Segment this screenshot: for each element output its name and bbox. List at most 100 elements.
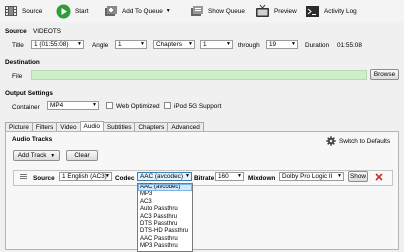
mixdown-select-value: Dolby Pro Logic II — [282, 173, 333, 180]
chevron-down-icon: ▼ — [77, 41, 82, 47]
tab-filters[interactable]: Filters — [31, 122, 58, 131]
mixdown-select[interactable]: Dolby Pro Logic II ▼ — [279, 172, 344, 181]
browse-button[interactable]: Browse — [370, 69, 399, 80]
tab-advanced[interactable]: Advanced — [167, 122, 204, 131]
container-select[interactable]: MP4 ▼ — [47, 101, 99, 110]
destination-heading: Destination — [5, 59, 40, 66]
range-type-value: Chapters — [156, 41, 182, 48]
through-label: through — [238, 42, 260, 49]
codec-option[interactable]: AC3 Passthru — [138, 214, 192, 221]
codec-select-value: AAC (avcodec) — [140, 173, 183, 180]
codec-label: Codec — [115, 175, 135, 182]
settings-tabs: Picture Filters Video Audio Subtitles Ch… — [5, 121, 204, 131]
codec-option[interactable]: AC3 — [138, 199, 192, 206]
add-queue-icon — [105, 6, 117, 16]
activity-log-button[interactable]: Activity Log — [305, 0, 357, 22]
codec-select[interactable]: AAC (avcodec) ▼ — [137, 172, 192, 181]
preview-button[interactable]: Preview — [255, 0, 297, 22]
tab-subtitles[interactable]: Subtitles — [102, 122, 136, 131]
chevron-down-icon: ▼ — [185, 173, 190, 179]
track-source-select[interactable]: 1 English (AC3) ▼ — [59, 172, 112, 181]
chevron-down-icon: ▼ — [92, 102, 97, 108]
tab-video[interactable]: Video — [56, 122, 81, 131]
tab-chapters[interactable]: Chapters — [134, 122, 169, 131]
tab-picture[interactable]: Picture — [5, 122, 33, 131]
audio-tracks-heading: Audio Tracks — [12, 136, 53, 143]
chevron-down-icon: ▼ — [237, 173, 242, 179]
range-start-select[interactable]: 1 ▼ — [200, 40, 233, 49]
add-to-queue-button[interactable]: Add To Queue ▼ — [104, 0, 171, 22]
angle-select-value: 1 — [118, 41, 122, 48]
range-end-value: 19 — [269, 41, 277, 48]
file-path-input[interactable] — [31, 70, 367, 80]
chevron-down-icon: ▼ — [337, 173, 342, 179]
track-source-value: 1 English (AC3) — [62, 173, 107, 180]
chevron-down-icon: ▼ — [188, 41, 193, 47]
preview-label: Preview — [274, 7, 297, 15]
clear-button[interactable]: Clear — [66, 150, 98, 161]
range-start-value: 1 — [203, 41, 207, 48]
codec-option[interactable]: DTS Passthru — [138, 221, 192, 228]
source-heading: Source — [5, 28, 27, 35]
show-advanced-button[interactable]: Show — [348, 171, 368, 182]
source-button[interactable]: Source — [4, 0, 42, 22]
audio-panel — [5, 131, 399, 250]
codec-option[interactable]: AAC Passthru — [138, 236, 192, 243]
chevron-down-icon[interactable]: ▼ — [166, 8, 171, 14]
switch-to-defaults-button[interactable]: Switch to Defaults — [326, 136, 390, 146]
range-type-select[interactable]: Chapters ▼ — [153, 40, 195, 49]
track-source-label: Source — [33, 175, 55, 182]
output-settings-heading: Output Settings — [5, 90, 53, 97]
title-select[interactable]: 1 (01:55:08) ▼ — [31, 40, 84, 49]
container-select-value: MP4 — [50, 102, 64, 109]
gear-icon — [326, 136, 336, 146]
codec-option[interactable]: MP3 Passthru — [138, 243, 192, 250]
add-to-queue-label: Add To Queue — [122, 7, 163, 15]
drag-handle[interactable] — [20, 174, 27, 179]
add-track-button[interactable]: Add Track ▼ — [13, 150, 60, 161]
file-label: File — [12, 73, 23, 80]
range-end-select[interactable]: 19 ▼ — [266, 40, 298, 49]
angle-label: Angle — [92, 42, 109, 49]
play-icon — [56, 4, 71, 18]
start-button-label: Start — [75, 7, 89, 15]
codec-option[interactable]: Auto Passthru — [138, 206, 192, 213]
main-toolbar: Source Start Add To Queue ▼ Show Queue P… — [0, 0, 404, 22]
chevron-down-icon: ▼ — [226, 41, 231, 47]
tv-icon — [256, 4, 269, 17]
chevron-down-icon: ▼ — [140, 41, 145, 47]
duration-label: Duration — [305, 42, 330, 49]
angle-select[interactable]: 1 ▼ — [115, 40, 147, 49]
container-label: Container — [12, 104, 40, 111]
add-track-label: Add Track — [17, 152, 47, 159]
codec-dropdown-list: AAC (avcodec) MP3 AC3 Auto Passthru AC3 … — [137, 183, 193, 252]
activity-log-label: Activity Log — [324, 7, 357, 15]
codec-option[interactable]: AAC (avcodec) — [138, 184, 192, 192]
codec-option[interactable]: MP3 — [138, 191, 192, 198]
ipod-support-label: iPod 5G Support — [174, 103, 222, 110]
show-queue-label: Show Queue — [208, 7, 245, 15]
remove-track-icon[interactable] — [375, 173, 383, 181]
start-button[interactable]: Start — [56, 0, 89, 22]
duration-value: 01:55:08 — [337, 42, 362, 49]
source-name: VIDEOTS — [33, 28, 62, 35]
terminal-icon — [306, 5, 319, 17]
bitrate-select[interactable]: 160 ▼ — [215, 172, 244, 181]
web-optimized-checkbox[interactable] — [106, 102, 113, 109]
bitrate-label: Bitrate — [194, 175, 215, 182]
show-queue-button[interactable]: Show Queue — [190, 0, 245, 22]
title-label: Title — [12, 42, 24, 49]
title-select-value: 1 (01:55:08) — [34, 41, 69, 48]
chevron-down-icon: ▼ — [50, 153, 56, 159]
queue-icon — [191, 6, 203, 16]
bitrate-select-value: 160 — [218, 173, 229, 180]
web-optimized-label: Web Optimized — [116, 103, 160, 110]
source-button-label: Source — [22, 7, 43, 15]
ipod-support-checkbox[interactable] — [164, 102, 171, 109]
mixdown-label: Mixdown — [248, 175, 276, 182]
switch-to-defaults-label: Switch to Defaults — [339, 137, 391, 145]
film-icon — [5, 6, 17, 16]
chevron-down-icon: ▼ — [105, 173, 110, 179]
codec-option[interactable]: DTS-HD Passthru — [138, 228, 192, 235]
tab-audio[interactable]: Audio — [79, 121, 104, 131]
